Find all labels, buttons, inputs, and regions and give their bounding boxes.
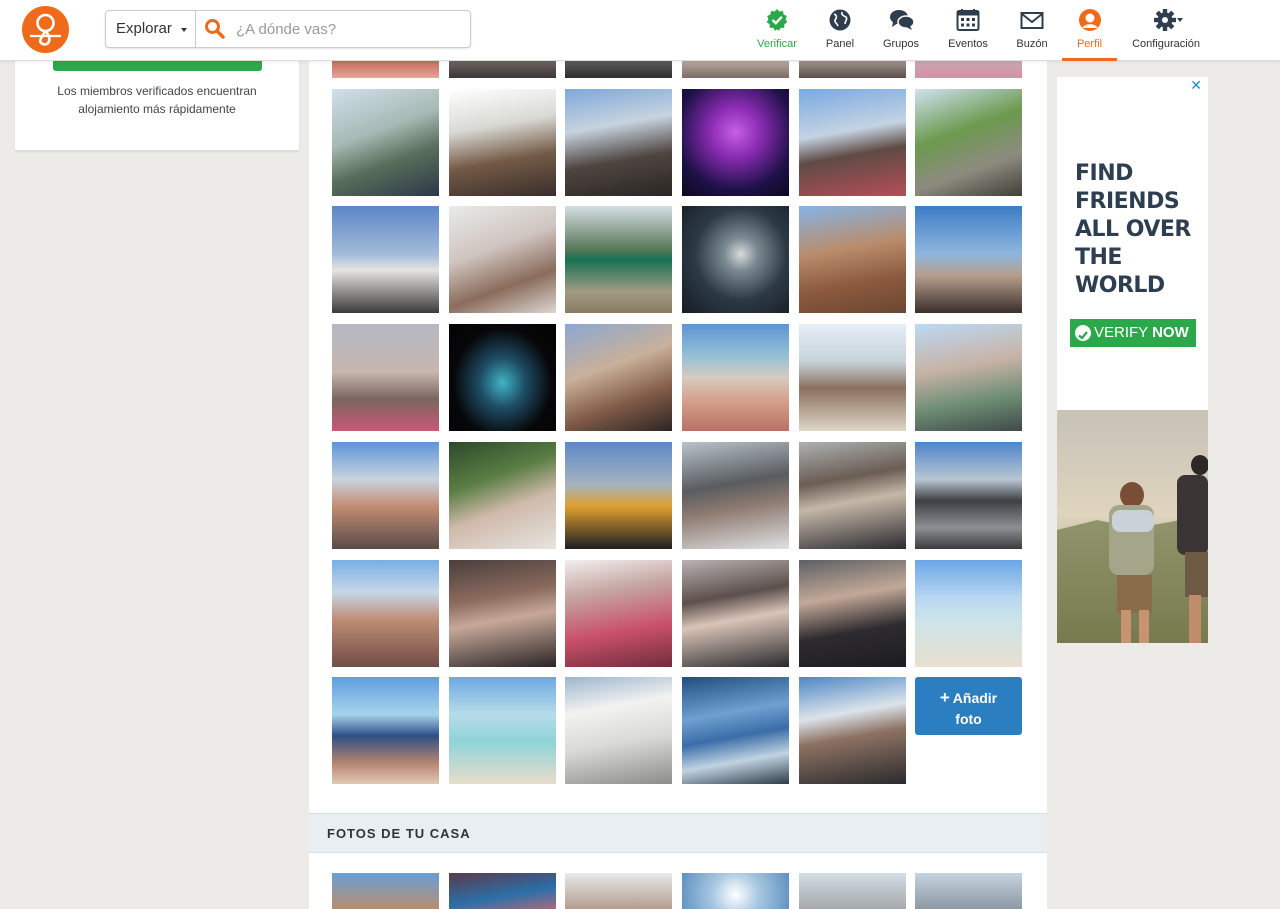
nav-events[interactable]: Eventos: [942, 0, 994, 61]
photo-thumbnail[interactable]: [332, 324, 439, 431]
photo-thumbnail[interactable]: [449, 677, 556, 784]
verification-card: Los miembros verificados encuentran aloj…: [15, 61, 299, 151]
search-input[interactable]: [236, 16, 461, 42]
photo-thumbnail[interactable]: [449, 206, 556, 313]
photo-thumbnail[interactable]: [449, 442, 556, 549]
photo-thumbnail[interactable]: [915, 89, 1022, 196]
nav-groups-label: Grupos: [882, 38, 920, 50]
chat-bubbles-icon: [889, 8, 915, 32]
cta-prefix: VERIFY: [1094, 324, 1148, 341]
photo-thumbnail[interactable]: [915, 206, 1022, 313]
home-photos-header: FOTOS DE TU CASA: [309, 813, 1047, 853]
verify-now-button[interactable]: VERIFY NOW: [1070, 319, 1196, 347]
photo-thumbnail[interactable]: [332, 560, 439, 667]
photo-thumbnail[interactable]: [682, 324, 789, 431]
photo-thumbnail[interactable]: [332, 89, 439, 196]
photo-thumbnail[interactable]: [915, 324, 1022, 431]
photo-thumbnail[interactable]: [449, 560, 556, 667]
section-title: FOTOS DE TU CASA: [327, 826, 471, 841]
photo-thumbnail[interactable]: [682, 61, 789, 78]
verify-note: Los miembros verificados encuentran aloj…: [57, 84, 257, 116]
plus-icon: +: [939, 688, 950, 707]
photo-thumbnail[interactable]: [332, 442, 439, 549]
nav-inbox[interactable]: Buzón: [1010, 0, 1054, 61]
search-bar: Explorar: [105, 10, 471, 48]
nav-panel[interactable]: Panel: [818, 0, 862, 61]
photo-thumbnail[interactable]: [565, 324, 672, 431]
nav-events-label: Eventos: [948, 38, 988, 50]
top-navigation-bar: Explorar Verificar Panel: [0, 0, 1280, 61]
photo-thumbnail[interactable]: [332, 677, 439, 784]
photo-thumbnail[interactable]: [565, 206, 672, 313]
photo-thumbnail[interactable]: [915, 61, 1022, 78]
nav-inbox-label: Buzón: [1016, 38, 1048, 50]
photo-thumbnail[interactable]: [449, 873, 556, 909]
photo-thumbnail[interactable]: [682, 560, 789, 667]
photo-thumbnail[interactable]: [799, 442, 906, 549]
nav-profile-label: Perfil: [1076, 38, 1103, 50]
nav-settings-label: Configuración: [1132, 38, 1200, 50]
photo-thumbnail[interactable]: [332, 873, 439, 909]
cta-bold: NOW: [1152, 324, 1189, 341]
nav-groups[interactable]: Grupos: [876, 0, 926, 61]
nav-verify-label: Verificar: [757, 38, 797, 50]
verify-button[interactable]: [53, 61, 262, 71]
photo-thumbnail[interactable]: [799, 560, 906, 667]
photo-thumbnail[interactable]: [682, 206, 789, 313]
user-icon: [1078, 8, 1102, 32]
home-photo-grid: [332, 873, 1032, 909]
photo-thumbnail[interactable]: [799, 61, 906, 78]
photo-thumbnail[interactable]: [799, 324, 906, 431]
photo-thumbnail[interactable]: [565, 442, 672, 549]
ad-headline: FIND FRIENDS ALL OVER THE WORLD: [1075, 161, 1191, 298]
photo-thumbnail[interactable]: [332, 61, 439, 78]
nav-settings[interactable]: Configuración: [1128, 0, 1204, 61]
photo-thumbnail[interactable]: [915, 873, 1022, 909]
nav-profile[interactable]: Perfil: [1062, 0, 1117, 61]
photo-thumbnail[interactable]: [332, 206, 439, 313]
nav-panel-label: Panel: [825, 38, 855, 50]
photo-thumbnail[interactable]: [682, 677, 789, 784]
photo-thumbnail[interactable]: [799, 206, 906, 313]
photo-thumbnail[interactable]: [565, 89, 672, 196]
ad-hikers-image: [1057, 410, 1208, 643]
photo-panel: + Añadir foto FOTOS DE TU CASA: [309, 61, 1047, 909]
photo-thumbnail[interactable]: [565, 560, 672, 667]
photo-grid: + Añadir foto: [332, 61, 1032, 791]
globe-icon: [828, 8, 852, 32]
search-icon[interactable]: [204, 18, 226, 45]
check-icon: [1075, 325, 1091, 341]
verified-check-icon: [765, 8, 789, 32]
add-photo-label-line1: Añadir: [952, 690, 998, 706]
calendar-icon: [956, 8, 980, 32]
nav-verify[interactable]: Verificar: [748, 0, 806, 61]
photo-thumbnail[interactable]: [915, 442, 1022, 549]
photo-thumbnail[interactable]: [449, 89, 556, 196]
photo-thumbnail[interactable]: [449, 324, 556, 431]
envelope-icon: [1020, 8, 1044, 32]
photo-thumbnail[interactable]: [565, 873, 672, 909]
photo-thumbnail[interactable]: [449, 61, 556, 78]
photo-thumbnail[interactable]: [565, 61, 672, 78]
photo-thumbnail[interactable]: [682, 89, 789, 196]
add-photo-label-line2: foto: [955, 711, 982, 727]
photo-thumbnail[interactable]: [565, 677, 672, 784]
photo-thumbnail[interactable]: [799, 677, 906, 784]
add-photo-button[interactable]: + Añadir foto: [915, 677, 1022, 735]
photo-thumbnail[interactable]: [915, 560, 1022, 667]
active-tab-indicator: [1062, 58, 1117, 61]
caret-down-icon: [181, 28, 187, 32]
gear-icon: [1154, 8, 1183, 32]
explore-label: Explorar: [116, 20, 172, 37]
couchsurfing-logo-icon[interactable]: [22, 6, 69, 53]
photo-thumbnail[interactable]: [682, 442, 789, 549]
close-icon[interactable]: ✕: [1190, 77, 1202, 94]
photo-thumbnail[interactable]: [799, 873, 906, 909]
advertisement: ✕ FIND FRIENDS ALL OVER THE WORLD VERIFY…: [1057, 77, 1208, 643]
photo-thumbnail[interactable]: [799, 89, 906, 196]
photo-thumbnail[interactable]: [682, 873, 789, 909]
explore-dropdown[interactable]: Explorar: [106, 11, 196, 47]
